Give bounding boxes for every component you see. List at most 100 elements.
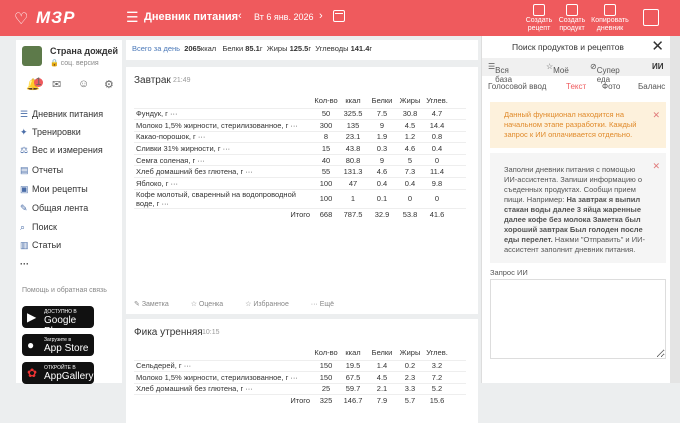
tab-text[interactable]: Текст: [566, 82, 586, 91]
logo[interactable]: МЗР: [36, 8, 75, 28]
create-product-button[interactable]: Создать продукт: [555, 4, 589, 33]
favorite-button[interactable]: ☆ Избранное: [245, 301, 299, 308]
app-gallery-badge[interactable]: ✿ ОТКРОЙТЕ В AppGallery: [22, 362, 94, 384]
table-row[interactable]: Яблоко, г ··· 100 47 0.4 0.4 9.8: [134, 177, 466, 190]
food-name[interactable]: Молоко 1,5% жирности, стерилизованное, г…: [134, 371, 314, 384]
table-row[interactable]: Хлеб домашний без глютена, г ··· 55 131.3 4…: [134, 165, 466, 178]
table-row[interactable]: Семга соленая, г ··· 40 80.8 9 5 0: [134, 153, 466, 166]
food-name[interactable]: Какао-порошок, г ···: [134, 130, 314, 143]
column-header: [134, 94, 314, 108]
cell-value: 4.6: [396, 142, 424, 155]
tab-voice[interactable]: Голосовой ввод: [488, 82, 546, 91]
food-name[interactable]: Молоко 1,5% жирности, стерилизованное, г…: [134, 119, 314, 132]
column-header: Жиры: [399, 348, 421, 358]
sidebar-item-search[interactable]: ⌕ Поиск: [20, 219, 57, 235]
scrollbar[interactable]: [670, 36, 680, 383]
food-name[interactable]: Фундук, г ···: [134, 107, 314, 120]
column-header: ккал: [345, 348, 361, 358]
tab-balance[interactable]: Баланс: [638, 82, 665, 91]
app-store-badge[interactable]: ● Загрузите в App Store: [22, 334, 94, 356]
mail-icon[interactable]: ✉: [52, 78, 61, 91]
help-link[interactable]: Помощь и обратная связь: [22, 287, 107, 294]
main-content: Всего за день 2065ккал Белки 85.1г Жиры …: [126, 40, 478, 423]
table-row[interactable]: Сливки 31% жирности, г ··· 15 43.8 0.3 4.6 0.…: [134, 142, 466, 155]
close-icon[interactable]: ✕: [652, 110, 660, 120]
food-name[interactable]: Сельдерей, г ···: [134, 359, 314, 372]
food-name[interactable]: Сливки 31% жирности, г ···: [134, 142, 314, 155]
table-row[interactable]: Фундук, г ··· 50 325.5 7.5 30.8 4.7: [134, 107, 466, 120]
cell-value: 3.3: [396, 382, 424, 395]
table-row[interactable]: Кофе молотый, сваренный на водопроводной…: [134, 188, 466, 209]
tab-mine[interactable]: ☆ Моё: [546, 62, 569, 75]
menu-icon[interactable]: ☰: [126, 10, 139, 24]
cell-value: 4.5: [396, 119, 424, 132]
user-name[interactable]: Страна дождей: [50, 46, 118, 56]
sidebar-item-reports[interactable]: ▤ Отчеты: [20, 162, 63, 178]
calendar-icon[interactable]: [333, 10, 345, 22]
table-row[interactable]: Сельдерей, г ··· 150 19.5 1.4 0.2 3.2: [134, 359, 466, 372]
ai-request-input[interactable]: [490, 279, 666, 359]
recipe-icon: [533, 4, 545, 16]
sidebar-item-workouts[interactable]: ✦ Тренировки: [20, 124, 81, 140]
google-play-badge[interactable]: ▶ ДОСТУПНО В Google Play: [22, 306, 94, 337]
table-row[interactable]: Молоко 1,5% жирности, стерилизованное, г…: [134, 371, 466, 384]
meal-card-fika: Фика утренняя 10:15 Кол-во ккал Белки Жиры У…: [126, 319, 478, 423]
sidebar-item-weight[interactable]: ⚖ Вес и измерения: [20, 142, 103, 158]
cell-value: 67.5: [338, 371, 368, 384]
table-row[interactable]: Молоко 1,5% жирности, стерилизованное, г…: [134, 119, 466, 132]
notification-badge: 1: [34, 76, 43, 88]
sidebar-item-more[interactable]: ···: [20, 256, 29, 272]
food-name[interactable]: Яблоко, г ···: [134, 177, 314, 190]
create-recipe-button[interactable]: Создать рецепт: [522, 4, 556, 33]
cell-value: 80.8: [338, 153, 368, 166]
tab-superfood[interactable]: ⊘ Супер еда: [590, 62, 620, 84]
current-date[interactable]: Вт 6 янв. 2026: [254, 12, 313, 22]
gear-icon[interactable]: ⚙: [104, 78, 114, 91]
page-title: Дневник питания: [144, 11, 239, 23]
tab-photo[interactable]: Фото: [602, 82, 620, 91]
contacts-icon[interactable]: ☺: [78, 78, 89, 90]
cell-value: 0: [424, 153, 450, 166]
sidebar-item-recipes[interactable]: ▣ Мои рецепты: [20, 181, 88, 197]
top-bar: ♡ МЗР ☰ Дневник питания ‹ Вт 6 янв. 2026…: [0, 0, 680, 36]
cell-value: 150: [314, 359, 338, 372]
row-spacer: [450, 119, 466, 132]
food-name[interactable]: Семга соленая, г ···: [134, 153, 314, 166]
cell-value: 4.5: [368, 371, 396, 384]
food-name[interactable]: Хлеб домашний без глютена, г ···: [134, 165, 314, 178]
cell-value: 0.4: [368, 177, 396, 190]
day-total-link[interactable]: Всего за день: [132, 44, 180, 53]
close-icon[interactable]: ✕: [651, 37, 664, 55]
food-name[interactable]: Хлеб домашний без глютена, г ···: [134, 382, 314, 395]
cell-value: 9.8: [424, 177, 450, 190]
next-day-icon[interactable]: ›: [319, 10, 323, 22]
cell-value: 0.3: [368, 142, 396, 155]
table-row[interactable]: Хлеб домашний без глютена, г ··· 25 59.7 2.…: [134, 382, 466, 395]
copy-diary-button[interactable]: Копировать дневник: [590, 4, 630, 33]
tab-all[interactable]: ☰ Вся база: [488, 62, 512, 84]
table-header: Кол-во ккал Белки Жиры Углев.: [134, 346, 466, 360]
avatar[interactable]: [22, 46, 42, 66]
total-row: Итого 668 787.5 32.9 53.8 41.6: [134, 207, 466, 220]
note-button[interactable]: ✎ Заметка: [134, 301, 179, 308]
rate-button[interactable]: ☆ Оценка: [191, 301, 233, 308]
product-icon: [566, 4, 578, 16]
sidebar-item-feed[interactable]: ✎ Общая лента: [20, 200, 88, 216]
food-name[interactable]: Кофе молотый, сваренный на водопроводной…: [134, 188, 314, 209]
cell-value: 4.6: [368, 165, 396, 178]
close-icon[interactable]: ✕: [652, 161, 660, 171]
sidebar-item-articles[interactable]: ▥ Статьи: [20, 237, 61, 253]
ai-request-label: Запрос ИИ: [490, 268, 528, 277]
day-summary: Всего за день 2065ккал Белки 85.1г Жиры …: [126, 40, 478, 60]
door-icon[interactable]: [643, 9, 659, 26]
cell-value: 0.4: [396, 177, 424, 190]
diary-icon: ☰: [20, 109, 29, 119]
sidebar-item-diary[interactable]: ☰ Дневник питания: [20, 106, 103, 122]
more-button[interactable]: ··· Ещё: [311, 301, 344, 308]
tab-ai[interactable]: ИИ: [652, 62, 664, 71]
cell-value: 0: [396, 188, 424, 209]
prev-day-icon[interactable]: ‹: [238, 10, 242, 22]
bell-icon[interactable]: 🔔 1: [26, 76, 43, 91]
table-row[interactable]: Какао-порошок, г ··· 8 23.1 1.9 1.2 0.8: [134, 130, 466, 143]
cell-value: 43.8: [338, 142, 368, 155]
